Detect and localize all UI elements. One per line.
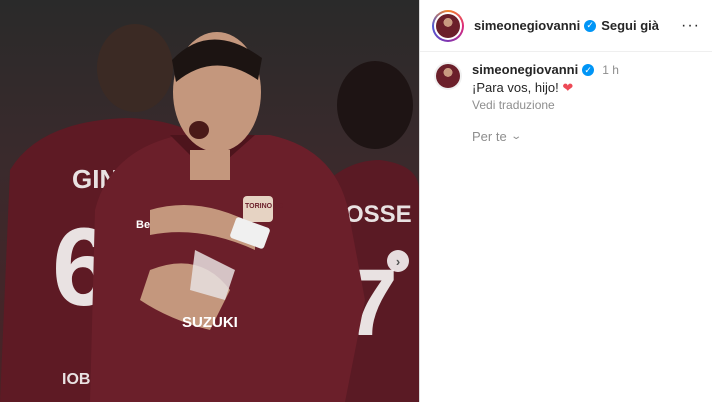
more-options-icon[interactable]: ··· xyxy=(681,17,700,34)
avatar-story-ring[interactable] xyxy=(432,9,464,42)
following-button[interactable]: Segui già xyxy=(601,18,659,33)
next-photo-button[interactable]: › xyxy=(387,250,409,272)
chevron-down-icon: ⌄ xyxy=(510,131,522,142)
post-photo[interactable]: GINEB 6 IOBATM OSSE 7 TORINO FC xyxy=(0,0,419,402)
caption-timestamp[interactable]: 1 h xyxy=(602,62,619,78)
chevron-right-icon: › xyxy=(395,253,401,269)
photo-scene: GINEB 6 IOBATM OSSE 7 TORINO FC xyxy=(0,24,419,402)
instagram-post: GINEB 6 IOBATM OSSE 7 TORINO FC xyxy=(0,0,712,402)
back-name-right: OSSE xyxy=(345,201,412,228)
caption-text: ¡Para vos, hijo! xyxy=(472,80,559,95)
verified-badge-icon: ✓ xyxy=(584,19,597,32)
caption-body: simeonegiovanni ✓ 1 h ¡Para vos, hijo! ❤… xyxy=(472,62,619,145)
header-username[interactable]: simeonegiovanni xyxy=(474,18,580,33)
jersey-main-sponsor: SUZUKI xyxy=(182,314,238,331)
caption-verified-badge-icon: ✓ xyxy=(582,64,595,76)
header-username-group: simeonegiovanni ✓ xyxy=(464,18,597,33)
post-sidebar: simeonegiovanni ✓ Segui già ··· simeoneg… xyxy=(419,0,712,402)
heart-emoji-icon: ❤ xyxy=(562,80,574,95)
caption-avatar-image xyxy=(436,64,460,88)
caption-text-line: ¡Para vos, hijo! ❤ xyxy=(472,80,619,96)
for-you-label: Per te xyxy=(472,129,507,144)
caption-avatar[interactable] xyxy=(434,62,462,90)
post-header: simeonegiovanni ✓ Segui già ··· xyxy=(420,0,712,52)
avatar-image xyxy=(436,13,460,38)
jersey-badge: TORINO FC xyxy=(245,203,283,210)
avatar xyxy=(434,11,462,40)
see-translation-link[interactable]: Vedi traduzione xyxy=(472,97,619,113)
caption-header: simeonegiovanni ✓ 1 h xyxy=(472,62,619,78)
caption-username[interactable]: simeonegiovanni xyxy=(472,62,578,78)
caption-comment: simeonegiovanni ✓ 1 h ¡Para vos, hijo! ❤… xyxy=(420,52,712,145)
for-you-dropdown[interactable]: Per te ⌄ xyxy=(472,129,619,145)
